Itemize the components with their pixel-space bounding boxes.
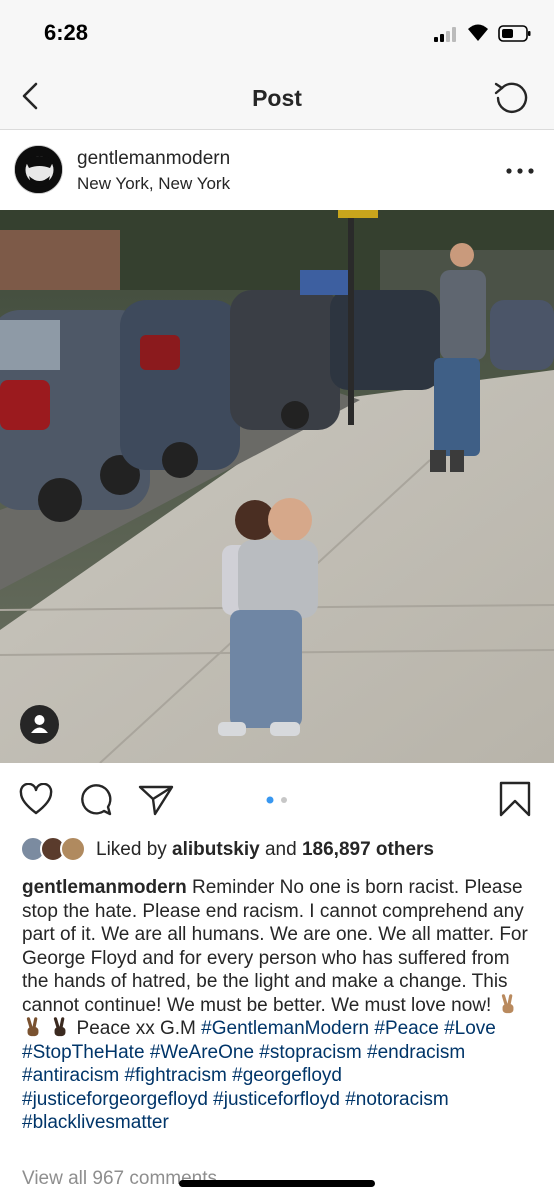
post-username[interactable]: gentlemanmodern xyxy=(77,148,230,170)
cellular-signal-icon xyxy=(434,27,460,42)
victory-hand-icon xyxy=(26,1017,39,1037)
hashtag[interactable]: #Love xyxy=(444,1018,496,1039)
likes-prefix: Liked by xyxy=(96,839,173,860)
hashtag[interactable]: #Peace xyxy=(374,1018,438,1039)
carousel-indicator xyxy=(266,796,287,804)
likes-row[interactable]: Liked by alibutskiy and 186,897 others xyxy=(20,836,540,864)
hashtag[interactable]: #endracism xyxy=(367,1042,465,1063)
liker-username[interactable]: alibutskiy xyxy=(172,839,260,860)
post-actions xyxy=(0,763,554,833)
avatar xyxy=(60,836,86,862)
post-location[interactable]: New York, New York xyxy=(77,174,230,194)
hashtag[interactable]: #antiracism xyxy=(22,1065,119,1086)
post-caption: gentlemanmodern Reminder No one is born … xyxy=(22,876,530,1135)
status-time: 6:28 xyxy=(44,20,89,45)
bookmark-icon[interactable] xyxy=(498,781,532,817)
likes-count[interactable]: 186,897 others xyxy=(302,839,434,860)
page-title: Post xyxy=(252,85,302,111)
hashtag[interactable]: #georgefloyd xyxy=(232,1065,342,1086)
hashtag[interactable]: #stopracism xyxy=(259,1042,361,1063)
battery-icon xyxy=(498,25,531,42)
hashtag[interactable]: #WeAreOne xyxy=(150,1042,254,1063)
hashtag[interactable]: #blacklivesmatter xyxy=(22,1112,169,1133)
heart-icon[interactable] xyxy=(18,783,54,817)
status-bar: 6:28 xyxy=(0,0,554,66)
hashtag[interactable]: #justiceforgeorgefloyd xyxy=(22,1089,208,1110)
avatar[interactable] xyxy=(14,145,63,194)
hashtag[interactable]: #notoracism xyxy=(345,1089,449,1110)
navigation-bar: Post xyxy=(0,66,554,130)
post-photo[interactable] xyxy=(0,210,554,763)
share-icon[interactable] xyxy=(138,783,174,817)
caption-peace-text: Peace xx G.M xyxy=(71,1018,202,1039)
more-options-icon[interactable] xyxy=(505,167,535,175)
home-indicator xyxy=(179,1180,375,1187)
post-header: gentlemanmodern New York, New York xyxy=(0,131,554,211)
likes-text: Liked by alibutskiy and 186,897 others xyxy=(96,839,434,861)
caption-username[interactable]: gentlemanmodern xyxy=(22,877,187,898)
comment-icon[interactable] xyxy=(78,783,114,817)
hashtag[interactable]: #GentlemanModern xyxy=(201,1018,369,1039)
hashtag[interactable]: #fightracism xyxy=(124,1065,226,1086)
hashtag[interactable]: #StopTheHate xyxy=(22,1042,145,1063)
victory-hand-icon xyxy=(501,993,514,1013)
liker-avatars xyxy=(20,836,90,864)
tagged-user-icon[interactable] xyxy=(20,705,59,744)
refresh-icon[interactable] xyxy=(492,78,532,116)
wifi-icon xyxy=(468,24,488,41)
likes-middle: and xyxy=(259,839,302,860)
hashtag[interactable]: #justiceforfloyd xyxy=(213,1089,340,1110)
victory-hand-icon xyxy=(54,1017,66,1037)
